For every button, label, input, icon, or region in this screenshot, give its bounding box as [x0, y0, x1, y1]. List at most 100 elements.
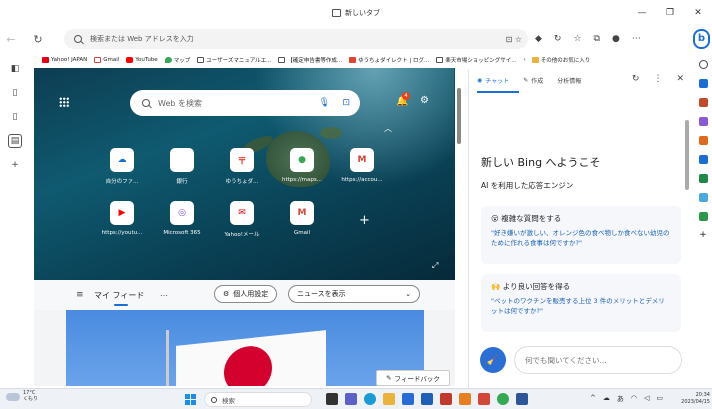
- suggestion-card[interactable]: 😮 複雑な質問をする "好き嫌いが激しい、オレンジ色の食べ物しか食べない幼児のた…: [481, 206, 681, 264]
- task-view-icon[interactable]: [326, 393, 338, 405]
- more-icon[interactable]: ⋮: [653, 74, 662, 84]
- weather-widget[interactable]: 17°C くもり: [6, 390, 38, 402]
- start-button[interactable]: [185, 394, 196, 405]
- my-feed-tab[interactable]: マイ フィード: [94, 290, 144, 301]
- visual-search-icon[interactable]: ⊡: [342, 98, 350, 108]
- refresh-icon[interactable]: ↻: [554, 34, 562, 44]
- fav-more-chevron[interactable]: ›: [524, 57, 526, 63]
- onedrive-icon[interactable]: ☁: [603, 394, 610, 404]
- outlook-icon[interactable]: [698, 155, 708, 164]
- favorites-icon[interactable]: ☆: [573, 34, 581, 44]
- app-icon[interactable]: [459, 393, 471, 405]
- edge-icon[interactable]: [364, 393, 376, 405]
- clock[interactable]: 20:34 2023/04/15: [680, 392, 710, 405]
- bing-chat-button[interactable]: b: [693, 29, 710, 49]
- quicklink-tile[interactable]: M Gmail: [272, 201, 332, 236]
- page-icon[interactable]: ▯: [8, 86, 22, 100]
- refresh-icon[interactable]: ↻: [632, 74, 640, 84]
- feedback-button[interactable]: ✎ フィードバック: [376, 370, 450, 386]
- reader-icon[interactable]: ⊡ ☆: [506, 35, 522, 44]
- taskbar-search[interactable]: 検索: [204, 392, 312, 407]
- chrome-icon[interactable]: [497, 393, 509, 405]
- chevron-up-icon[interactable]: ^: [590, 394, 596, 404]
- expand-icon[interactable]: ⤢: [432, 261, 438, 271]
- page-icon[interactable]: ▯: [8, 110, 22, 124]
- app-icon[interactable]: [440, 393, 452, 405]
- quicklink-tile[interactable]: 銀行: [152, 148, 212, 185]
- news-card-image[interactable]: [66, 310, 424, 386]
- close-button[interactable]: ✕: [684, 0, 712, 26]
- personalize-button[interactable]: ⚙ 個人用設定: [214, 285, 278, 303]
- games-icon[interactable]: [698, 117, 708, 126]
- window-title: 新しいタブ: [332, 8, 380, 18]
- chat-input[interactable]: 何でも聞いてください...: [514, 346, 682, 374]
- back-button[interactable]: ←: [0, 33, 22, 46]
- volume-icon[interactable]: ◁: [644, 394, 649, 404]
- battery-icon[interactable]: ▭: [656, 394, 663, 404]
- add-quicklink-icon[interactable]: +: [359, 213, 370, 228]
- tab-chat[interactable]: ◉ チャット: [477, 76, 509, 85]
- quicklink-tile[interactable]: ☁ 自分のファ...: [92, 148, 152, 185]
- quicklink-tile[interactable]: ● https://maps...: [272, 148, 332, 183]
- refresh-button[interactable]: ↻: [27, 33, 49, 46]
- settings-gear-icon[interactable]: ⚙: [420, 95, 429, 106]
- collapse-caret-icon[interactable]: ︿: [384, 123, 392, 134]
- suggestion-card[interactable]: 🙌 より良い回答を得る "ペットのワクチンを販売する上位 3 件のメリットとデメ…: [481, 274, 681, 332]
- restore-button[interactable]: ❐: [656, 0, 684, 26]
- fav-yahoo[interactable]: Yahoo! JAPAN: [42, 57, 87, 63]
- more-icon[interactable]: ⋯: [160, 291, 168, 300]
- tag-icon[interactable]: [698, 79, 708, 88]
- news-dropdown[interactable]: ニュースを表示 ⌄: [288, 285, 420, 303]
- newtab-icon[interactable]: ▤: [8, 134, 22, 148]
- store-icon[interactable]: [402, 393, 414, 405]
- m365-icon[interactable]: [698, 136, 708, 145]
- page-scrollbar[interactable]: [455, 68, 463, 386]
- tree-icon[interactable]: [698, 212, 708, 221]
- sidebar-scrollbar[interactable]: [685, 120, 689, 190]
- quicklink-tile[interactable]: ✉ Yahoo!メール: [212, 201, 272, 238]
- fav-rakuten[interactable]: 楽天市場ショッピングサイ...: [436, 56, 517, 64]
- fav-gmail[interactable]: Gmail: [94, 57, 119, 63]
- app-icon[interactable]: [478, 393, 490, 405]
- quicklink-tile[interactable]: M https://accou...: [332, 148, 392, 183]
- add-app-icon[interactable]: +: [699, 231, 708, 240]
- fav-maps[interactable]: マップ: [164, 56, 190, 64]
- add-tab-icon[interactable]: +: [8, 158, 22, 172]
- address-input[interactable]: 検索または Web アドレスを入力 ⊡ ☆: [64, 29, 528, 49]
- drop-icon[interactable]: [698, 193, 708, 202]
- fav-manual[interactable]: ユーザーズマニュアルエ...: [197, 56, 271, 64]
- mail-icon[interactable]: [421, 393, 433, 405]
- apps-grid-icon[interactable]: [59, 97, 69, 107]
- fav-other[interactable]: その他のお気に入り: [531, 56, 590, 64]
- minimize-button[interactable]: —: [628, 0, 656, 26]
- close-icon[interactable]: ✕: [676, 74, 684, 84]
- search-icon[interactable]: [698, 60, 708, 69]
- quicklink-tile[interactable]: ◎ Microsoft 365: [152, 201, 212, 236]
- quicklink-tile[interactable]: 〒 ゆうちょダ...: [212, 148, 272, 185]
- quicklink-tile[interactable]: ▶ https://youtu...: [92, 201, 152, 236]
- fav-yucho[interactable]: ゆうちょダイレクト | ログ...: [349, 56, 429, 64]
- tab-insights[interactable]: 分析情報: [557, 76, 581, 85]
- word-icon[interactable]: [516, 393, 528, 405]
- explorer-icon[interactable]: [383, 393, 395, 405]
- ime-icon[interactable]: あ: [617, 394, 624, 404]
- tab-actions-icon[interactable]: ◧: [8, 62, 22, 76]
- web-search-box[interactable]: Web を検索 🎙 ⊡: [130, 90, 360, 116]
- more-icon[interactable]: ⋯: [632, 34, 641, 44]
- gmail-icon: M: [290, 201, 314, 225]
- excel-icon[interactable]: [698, 174, 708, 183]
- toolbox-icon[interactable]: [698, 98, 708, 107]
- microphone-icon[interactable]: 🎙: [319, 98, 330, 108]
- profile-icon[interactable]: ●: [612, 34, 620, 44]
- menu-icon[interactable]: ≡: [76, 290, 84, 300]
- fav-youtube[interactable]: YouTube: [126, 57, 158, 63]
- fav-tax[interactable]: 【確定申告書等作成...: [278, 56, 342, 64]
- extension-icon[interactable]: ◆: [535, 34, 542, 44]
- wifi-icon[interactable]: ◠: [631, 394, 637, 404]
- chat-app-icon[interactable]: [345, 393, 357, 405]
- new-topic-broom-icon[interactable]: 🧹: [480, 347, 506, 373]
- feed-bar: ≡ マイ フィード ⋯ ⚙ 個人用設定 ニュースを表示 ⌄: [34, 280, 455, 310]
- tab-compose[interactable]: ✎ 作成: [523, 76, 543, 85]
- notification-bell-icon[interactable]: 🔔 4: [396, 92, 410, 107]
- collections-icon[interactable]: ⧉: [594, 34, 600, 44]
